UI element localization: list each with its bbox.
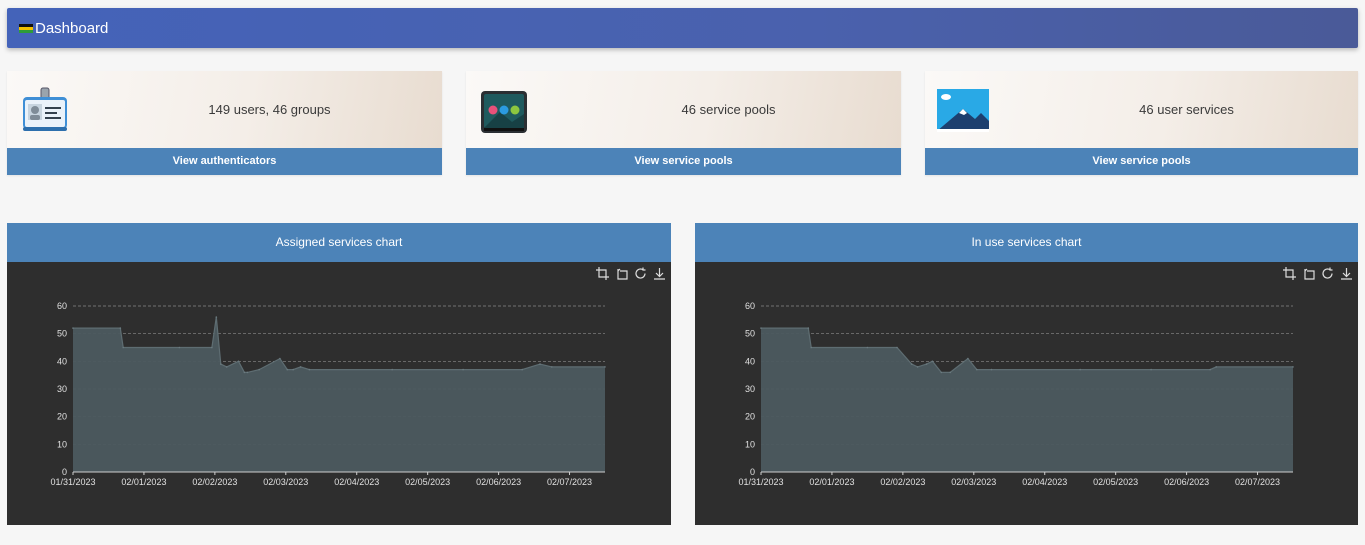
data-point	[215, 316, 218, 318]
data-point	[896, 346, 898, 349]
data-point	[866, 346, 869, 349]
data-point	[539, 363, 541, 365]
data-point	[1215, 366, 1217, 368]
x-tick-label: 01/31/2023	[738, 477, 783, 487]
data-point	[551, 366, 553, 368]
page-title: Dashboard	[35, 19, 109, 37]
view-service-pools-button-2[interactable]: View service pools	[925, 148, 1358, 175]
x-tick-label: 02/06/2023	[1164, 477, 1209, 487]
data-point	[391, 368, 394, 371]
data-point	[990, 368, 993, 371]
data-point	[72, 327, 74, 329]
service-pools-card: 46 service pools View service pools	[466, 71, 901, 175]
data-point	[910, 363, 913, 365]
data-point	[299, 366, 302, 368]
data-point	[807, 327, 810, 329]
y-tick-label: 60	[745, 301, 755, 311]
view-authenticators-button[interactable]: View authenticators	[7, 148, 442, 175]
data-point	[462, 368, 464, 371]
data-point	[258, 368, 260, 371]
flag-icon	[19, 24, 33, 33]
landscape-icon	[937, 89, 989, 132]
data-point	[916, 366, 919, 368]
data-point	[122, 346, 124, 349]
service-pool-icon	[481, 91, 527, 133]
view-service-pools-button[interactable]: View service pools	[466, 148, 901, 175]
assigned-services-panel: Assigned services chart 0 10 20 30 40 50 60 01/…	[7, 223, 671, 525]
data-point	[1079, 368, 1081, 371]
card-body: 46 user services	[925, 71, 1358, 148]
x-tick-label: 01/31/2023	[50, 477, 95, 487]
x-tick-label: 02/05/2023	[405, 477, 450, 487]
y-tick-label: 40	[745, 356, 755, 366]
data-point	[225, 366, 228, 368]
data-point	[237, 360, 240, 363]
data-point	[521, 368, 523, 371]
y-tick-label: 60	[57, 301, 67, 311]
user-services-card: 46 user services View service pools	[925, 71, 1358, 175]
x-tick-label: 02/03/2023	[951, 477, 996, 487]
data-point	[949, 371, 951, 374]
data-point	[976, 368, 978, 371]
data-point	[292, 368, 295, 371]
y-tick-label: 0	[750, 467, 755, 477]
users-summary: 149 users, 46 groups	[208, 102, 331, 117]
x-tick-label: 02/02/2023	[880, 477, 925, 487]
data-point	[178, 346, 181, 349]
data-point	[220, 363, 222, 365]
assigned-services-chart: 0 10 20 30 40 50 60 01/31/2023 02/01/2023 02/02/2…	[50, 301, 606, 487]
x-tick-label: 02/01/2023	[809, 477, 854, 487]
y-tick-label: 20	[745, 412, 755, 422]
data-point	[931, 360, 934, 363]
x-tick-label: 02/02/2023	[192, 477, 237, 487]
data-point	[925, 363, 928, 365]
data-point	[810, 346, 812, 349]
data-point	[119, 327, 122, 329]
y-tick-label: 50	[57, 329, 67, 339]
data-point	[604, 366, 606, 368]
data-point	[286, 368, 289, 371]
data-point	[940, 371, 943, 374]
data-point	[760, 327, 762, 329]
data-point	[1292, 366, 1294, 368]
data-point	[1209, 368, 1211, 371]
y-tick-label: 0	[62, 467, 67, 477]
series-area	[761, 328, 1293, 472]
data-point	[967, 357, 969, 360]
service-pools-summary: 46 service pools	[681, 102, 776, 117]
y-tick-label: 10	[57, 439, 67, 449]
data-point	[1150, 368, 1152, 371]
card-body: 46 service pools	[466, 71, 901, 148]
y-tick-label: 10	[745, 439, 755, 449]
x-tick-label: 02/04/2023	[334, 477, 379, 487]
card-body: 149 users, 46 groups	[7, 71, 442, 148]
y-tick-label: 30	[57, 384, 67, 394]
x-tick-label: 02/07/2023	[547, 477, 592, 487]
y-tick-label: 50	[745, 329, 755, 339]
users-card: 149 users, 46 groups View authenticators	[7, 71, 442, 175]
id-card-icon	[23, 87, 67, 131]
x-tick-label: 02/04/2023	[1022, 477, 1067, 487]
chart-title: In use services chart	[695, 223, 1358, 262]
data-point	[246, 371, 249, 374]
data-point	[243, 371, 246, 374]
y-tick-label: 20	[57, 412, 67, 422]
chart-title: Assigned services chart	[7, 223, 671, 262]
data-point	[308, 368, 311, 371]
x-tick-label: 02/05/2023	[1093, 477, 1138, 487]
data-point	[279, 357, 281, 360]
data-point	[211, 346, 213, 349]
series-area	[73, 317, 605, 472]
in-use-services-panel: In use services chart 0 10 20 30 40 50 60 01/31…	[695, 223, 1358, 525]
in-use-services-chart: 0 10 20 30 40 50 60 01/31/2023 02/01/2023 02/02/2…	[738, 301, 1294, 487]
app-header: Dashboard	[7, 8, 1358, 48]
x-tick-label: 02/03/2023	[263, 477, 308, 487]
y-tick-label: 40	[57, 356, 67, 366]
x-tick-label: 02/01/2023	[121, 477, 166, 487]
y-tick-label: 30	[745, 384, 755, 394]
x-tick-label: 02/06/2023	[476, 477, 521, 487]
user-services-summary: 46 user services	[1139, 102, 1234, 117]
x-tick-label: 02/07/2023	[1235, 477, 1280, 487]
